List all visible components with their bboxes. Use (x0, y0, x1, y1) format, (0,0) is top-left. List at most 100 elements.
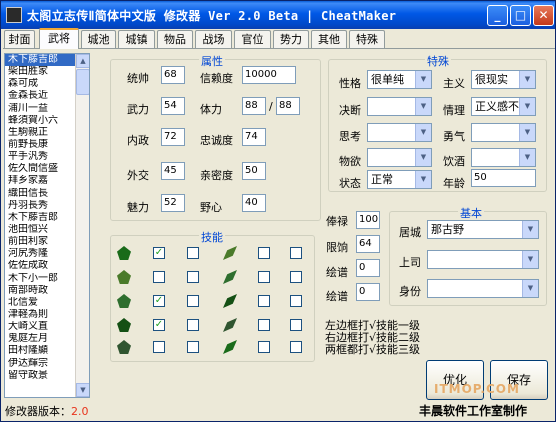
skill-checkbox[interactable] (258, 247, 270, 259)
status-select[interactable]: 正常 ▼ (367, 170, 432, 189)
scroll-up-arrow-icon[interactable]: ▲ (76, 54, 89, 68)
skill-checkbox[interactable] (187, 319, 199, 331)
list-scrollbar[interactable]: ▲ ▼ (75, 54, 89, 397)
tab-factions[interactable]: 势力 (273, 30, 309, 48)
scroll-down-arrow-icon[interactable]: ▼ (76, 383, 89, 397)
attr-label-charisma: 魅力 (127, 201, 149, 214)
skill-checkbox[interactable]: ✓ (153, 247, 165, 259)
close-button[interactable]: ✕ (533, 5, 554, 26)
superior-select[interactable]: ▼ (427, 250, 539, 269)
chevron-down-icon[interactable]: ▼ (519, 149, 535, 166)
attr-field-ambition[interactable]: 40 (242, 194, 266, 212)
skills-group: 技能 (110, 229, 315, 362)
watermark: ITMOP.COM (434, 382, 520, 396)
chevron-down-icon[interactable]: ▼ (519, 124, 535, 141)
chevron-down-icon[interactable]: ▼ (415, 171, 431, 188)
attr-label-stamina: 体力 (200, 103, 222, 116)
courage-select[interactable]: ▼ (471, 123, 536, 142)
tab-generals[interactable]: 武将 (39, 28, 79, 49)
decision-select[interactable]: ▼ (367, 97, 432, 116)
stamina-separator: / (269, 100, 273, 113)
chevron-down-icon[interactable]: ▼ (519, 98, 535, 115)
chevron-down-icon[interactable]: ▼ (522, 280, 538, 297)
special-group-title: 特殊 (425, 53, 451, 69)
residence-select[interactable]: 那古野 ▼ (427, 220, 539, 239)
skill-checkbox[interactable] (290, 319, 302, 331)
tab-other[interactable]: 其他 (311, 30, 347, 48)
special-label-decision: 决断 (339, 104, 361, 117)
thinking-select[interactable]: ▼ (367, 123, 432, 142)
attr-field-stamina[interactable]: 88 (242, 97, 266, 115)
chevron-down-icon[interactable]: ▼ (522, 221, 538, 238)
sentiment-select-value: 正义感不 (475, 100, 519, 113)
chevron-down-icon[interactable]: ▼ (519, 71, 535, 88)
attr-field-force[interactable]: 54 (161, 97, 185, 115)
skill-checkbox[interactable] (187, 341, 199, 353)
basic-label-rank: 身份 (399, 285, 421, 298)
attr-field-intimacy[interactable]: 50 (242, 162, 266, 180)
skill-checkbox[interactable] (187, 295, 199, 307)
skill-checkbox[interactable] (258, 341, 270, 353)
age-field[interactable]: 50 (471, 169, 536, 187)
chevron-down-icon[interactable]: ▼ (522, 251, 538, 268)
skill-checkbox[interactable] (258, 319, 270, 331)
tab-cover[interactable]: 封面 (4, 30, 35, 48)
tab-battlefield[interactable]: 战场 (195, 30, 232, 48)
skill-checkbox[interactable] (187, 247, 199, 259)
tab-towns[interactable]: 城镇 (118, 30, 155, 48)
attr-label-intimacy: 亲密度 (200, 169, 233, 182)
skill-checkbox[interactable]: ✓ (153, 319, 165, 331)
chevron-down-icon[interactable]: ▼ (415, 98, 431, 115)
skill-checkbox[interactable] (153, 341, 165, 353)
skill-checkbox[interactable]: ✓ (153, 295, 165, 307)
salary-field-scroll-1[interactable]: 0 (356, 259, 380, 277)
skill-checkbox[interactable] (290, 295, 302, 307)
tab-items[interactable]: 物品 (157, 30, 193, 48)
salary-label-scroll-1: 绘谱 (326, 266, 348, 279)
skill-checkbox[interactable] (290, 247, 302, 259)
sentiment-select[interactable]: 正义感不 ▼ (471, 97, 536, 116)
special-label-personality: 性格 (339, 77, 361, 90)
attr-field-politics[interactable]: 72 (161, 128, 185, 146)
basic-label-superior: 上司 (399, 256, 421, 269)
tab-castles[interactable]: 城池 (81, 30, 116, 48)
status-select-value: 正常 (371, 173, 393, 186)
salary-field-limit[interactable]: 64 (356, 235, 380, 253)
chevron-down-icon[interactable]: ▼ (415, 124, 431, 141)
attr-field-loyalty[interactable]: 74 (242, 128, 266, 146)
attr-field-stamina-max[interactable]: 88 (276, 97, 300, 115)
attr-label-command: 统帅 (127, 72, 149, 85)
residence-select-value: 那古野 (431, 223, 464, 236)
drinking-select[interactable]: ▼ (471, 148, 536, 167)
attr-field-command[interactable]: 68 (161, 66, 185, 84)
tab-ranks[interactable]: 官位 (234, 30, 271, 48)
attr-label-politics: 内政 (127, 134, 149, 147)
skill-checkbox[interactable] (290, 271, 302, 283)
salary-field-stipend[interactable]: 100 (356, 211, 380, 229)
hint-level-3: 两框都打√技能三级 (325, 343, 421, 356)
tab-special[interactable]: 特殊 (349, 30, 385, 48)
chevron-down-icon[interactable]: ▼ (415, 149, 431, 166)
skill-checkbox[interactable] (258, 295, 270, 307)
salary-field-scroll-2[interactable]: 0 (356, 283, 380, 301)
general-list[interactable]: 木下藤吉郎 柴田胜家 森可成 金森長近 浦川一益 蜂須賀小六 生駒親正 前野長康 平手汎秀 佐久間… (4, 53, 90, 398)
version-label: 修改器版本： (5, 405, 71, 418)
attr-field-diplomacy[interactable]: 45 (161, 162, 185, 180)
attr-field-trust[interactable]: 10000 (242, 66, 296, 84)
rank-select[interactable]: ▼ (427, 279, 539, 298)
scroll-thumb[interactable] (76, 69, 89, 95)
principle-select[interactable]: 很现实 ▼ (471, 70, 536, 89)
greed-select[interactable]: ▼ (367, 148, 432, 167)
minimize-button[interactable]: _ (487, 5, 508, 26)
attr-field-charisma[interactable]: 52 (161, 194, 185, 212)
attr-label-trust: 信赖度 (200, 72, 233, 85)
skill-checkbox[interactable] (187, 271, 199, 283)
skill-checkbox[interactable] (290, 341, 302, 353)
skill-checkbox[interactable] (258, 271, 270, 283)
personality-select-value: 很单纯 (371, 73, 404, 86)
salary-label-limit: 限饷 (326, 241, 348, 254)
maximize-button[interactable]: □ (510, 5, 531, 26)
skill-checkbox[interactable] (153, 271, 165, 283)
chevron-down-icon[interactable]: ▼ (415, 71, 431, 88)
personality-select[interactable]: 很单纯 ▼ (367, 70, 432, 89)
